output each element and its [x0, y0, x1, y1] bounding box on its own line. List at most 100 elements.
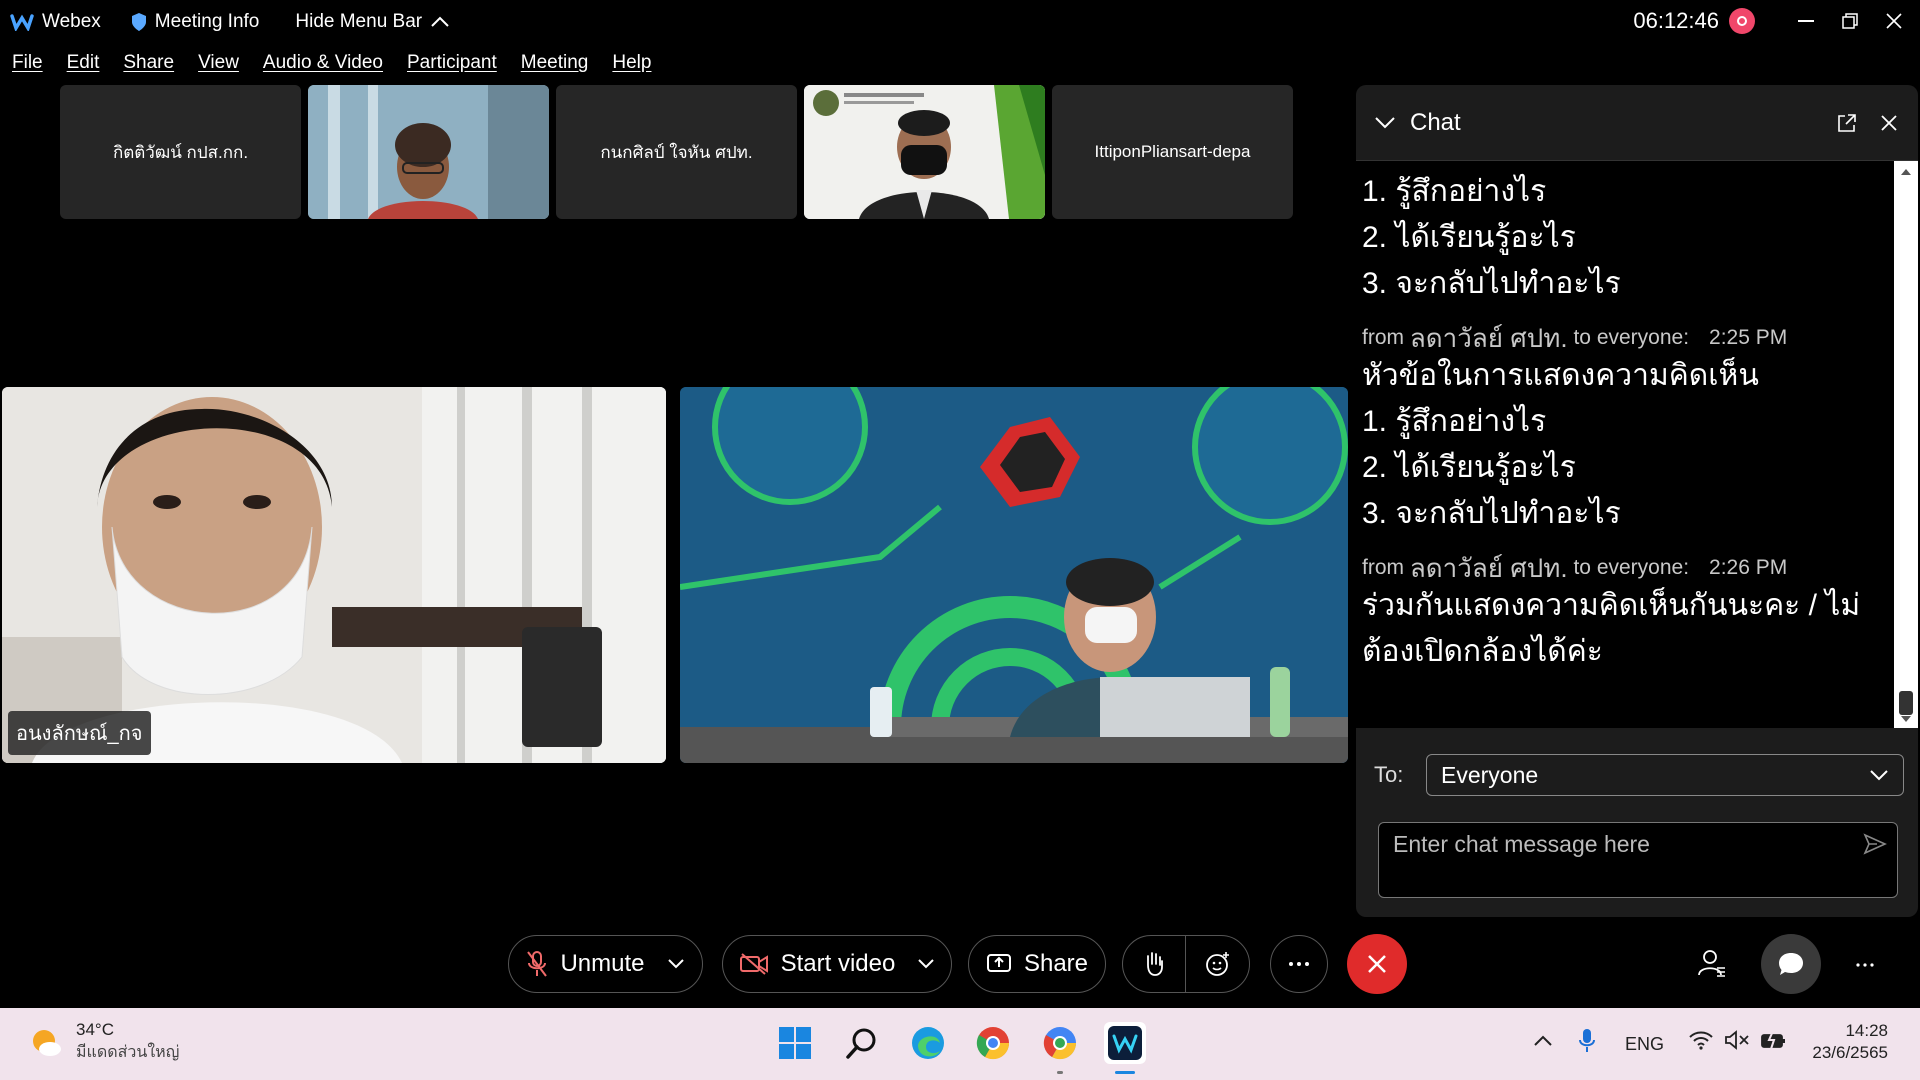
chat-title: Chat — [1410, 108, 1461, 136]
battery-tray[interactable] — [1760, 1030, 1788, 1055]
participant-thumbnail-3[interactable]: กนกศิลป์ ใจหัน ศปท. — [556, 85, 797, 219]
send-icon[interactable] — [1863, 833, 1887, 855]
chevron-up-icon — [1534, 1035, 1552, 1046]
minimize-icon — [1798, 20, 1814, 22]
title-bar: Webex Meeting Info Hide Menu Bar 06:12:4… — [0, 0, 1920, 44]
share-button[interactable]: Share — [968, 935, 1106, 993]
menu-help[interactable]: Help — [612, 52, 651, 82]
chat-scrollbar[interactable] — [1894, 161, 1918, 728]
chat-message-list[interactable]: 1. รู้สึกอย่างไร 2. ได้เรียนรู้อะไร 3. จ… — [1356, 161, 1894, 728]
participant-thumbnail-4[interactable] — [804, 85, 1045, 219]
menu-view[interactable]: View — [198, 52, 239, 82]
participants-button[interactable] — [1697, 948, 1731, 982]
sun-cloud-icon — [33, 1029, 61, 1056]
menu-participant[interactable]: Participant — [407, 52, 497, 82]
participant-video-man — [804, 85, 1045, 219]
recipient: to everyone: — [1573, 326, 1690, 349]
participant-thumbnail-1[interactable]: กิตติวัฒน์ กปส.กก. — [60, 85, 301, 219]
taskbar-chrome-profile[interactable] — [1039, 1022, 1081, 1074]
menu-audio-video[interactable]: Audio & Video — [263, 52, 383, 82]
recording-icon[interactable] — [1729, 8, 1755, 34]
windows-logo-icon — [779, 1027, 811, 1059]
menu-file[interactable]: File — [12, 52, 43, 82]
main-video-right[interactable] — [680, 387, 1348, 763]
sender-name: ลดาวัลย์ ศปท. — [1409, 323, 1568, 353]
participant-thumbnail-5[interactable]: IttiponPliansart-depa — [1052, 85, 1293, 219]
input-language[interactable]: ENG — [1625, 1034, 1664, 1055]
message-line: 2. ได้เรียนรู้อะไร — [1362, 451, 1576, 484]
menu-share[interactable]: Share — [123, 52, 174, 82]
close-icon — [1886, 13, 1902, 29]
participant-video-woman — [308, 85, 549, 219]
chat-message-input[interactable]: Enter chat message here — [1378, 822, 1898, 898]
restore-icon — [1842, 13, 1858, 29]
meeting-timer: 06:12:46 — [1633, 8, 1755, 34]
taskbar-clock[interactable]: 14:28 23/6/2565 — [1808, 1020, 1888, 1064]
message-line: ต้องเปิดกล้องได้ค่ะ — [1362, 635, 1603, 668]
participant-name: IttiponPliansart-depa — [1094, 142, 1251, 161]
message-line: 1. รู้สึกอย่างไร — [1362, 175, 1547, 208]
microphone-muted-icon — [527, 951, 548, 977]
chevron-down-icon[interactable] — [667, 958, 685, 970]
chevron-down-icon — [1870, 770, 1888, 781]
taskbar-webex[interactable] — [1104, 1022, 1146, 1074]
reactions-button[interactable] — [1186, 950, 1249, 978]
chevron-up-icon — [431, 16, 449, 27]
search-icon — [846, 1028, 876, 1059]
end-meeting-button[interactable] — [1347, 934, 1407, 994]
close-window-button[interactable] — [1874, 6, 1914, 36]
more-options-button[interactable] — [1270, 935, 1328, 993]
message-sender-line: from ลดาวัลย์ ศปท. to everyone: 2:26 PM — [1362, 553, 1894, 583]
participant-thumbnail-2[interactable] — [308, 85, 549, 219]
edge-browser-icon — [912, 1027, 944, 1059]
menu-edit[interactable]: Edit — [67, 52, 100, 82]
more-panels-button[interactable] — [1856, 955, 1880, 975]
start-video-button[interactable]: Start video — [722, 935, 952, 993]
raise-hand-button[interactable] — [1123, 936, 1187, 992]
unmute-button[interactable]: Unmute — [508, 935, 703, 993]
show-hidden-icons[interactable] — [1533, 1032, 1553, 1053]
main-video-left[interactable]: อนงลักษณ์_กจ — [2, 387, 666, 763]
webex-app-label[interactable]: Webex — [10, 11, 101, 33]
message-time: 2:26 PM — [1709, 556, 1788, 579]
pop-out-icon[interactable] — [1837, 113, 1857, 133]
close-icon[interactable] — [1880, 114, 1898, 132]
message-line: ร่วมกันแสดงความคิดเห็นกันนะคะ / ไม่ — [1362, 589, 1861, 622]
windows-taskbar: 34°C มีแดดส่วนใหญ่ ENG 14:28 23/6/2565 — [0, 1008, 1920, 1080]
volume-tray[interactable] — [1724, 1030, 1750, 1055]
battery-charging-icon — [1761, 1030, 1785, 1050]
taskbar-chrome[interactable] — [972, 1022, 1014, 1064]
taskbar-search[interactable] — [841, 1022, 883, 1064]
chrome-profile-icon — [1043, 1027, 1077, 1060]
network-tray[interactable] — [1688, 1030, 1714, 1055]
timer-text: 06:12:46 — [1633, 8, 1719, 33]
restore-button[interactable] — [1830, 6, 1870, 36]
scroll-up-arrow-icon[interactable] — [1894, 165, 1918, 179]
share-screen-icon — [986, 954, 1011, 972]
chevron-down-icon[interactable] — [917, 958, 935, 970]
chevron-down-icon[interactable] — [1374, 116, 1396, 130]
scroll-down-arrow-icon[interactable] — [1894, 712, 1918, 726]
chat-message: from ลดาวัลย์ ศปท. to everyone: 2:26 PM … — [1362, 553, 1894, 675]
meeting-info-label: Meeting Info — [154, 11, 260, 32]
smiley-plus-icon — [1205, 952, 1229, 976]
participant-name-tag: อนงลักษณ์_กจ — [8, 711, 151, 755]
clock-time: 14:28 — [1845, 1021, 1888, 1040]
start-button[interactable] — [774, 1022, 816, 1064]
meeting-info-button[interactable]: Meeting Info — [131, 11, 260, 33]
message-line: หัวข้อในการแสดงความคิดเห็น — [1362, 359, 1759, 392]
chat-toggle-button[interactable] — [1761, 934, 1821, 994]
message-line: 3. จะกลับไปทำอะไร — [1362, 497, 1621, 530]
recipient-select[interactable]: Everyone — [1426, 754, 1904, 796]
recipient-row: To: Everyone — [1374, 753, 1904, 797]
weather-widget[interactable]: 34°C มีแดดส่วนใหญ่ — [28, 1020, 179, 1065]
minimize-button[interactable] — [1786, 6, 1826, 36]
taskbar-edge[interactable] — [907, 1022, 949, 1064]
hide-menu-bar-button[interactable]: Hide Menu Bar — [295, 11, 458, 33]
menu-meeting[interactable]: Meeting — [521, 52, 589, 82]
chat-bubble-icon — [1779, 953, 1803, 975]
message-sender-line: from ลดาวัลย์ ศปท. to everyone: 2:25 PM — [1362, 323, 1894, 353]
menu-bar: File Edit Share View Audio & Video Parti… — [0, 52, 663, 82]
hide-menu-bar-label: Hide Menu Bar — [295, 11, 423, 32]
microphone-tray[interactable] — [1578, 1028, 1596, 1059]
